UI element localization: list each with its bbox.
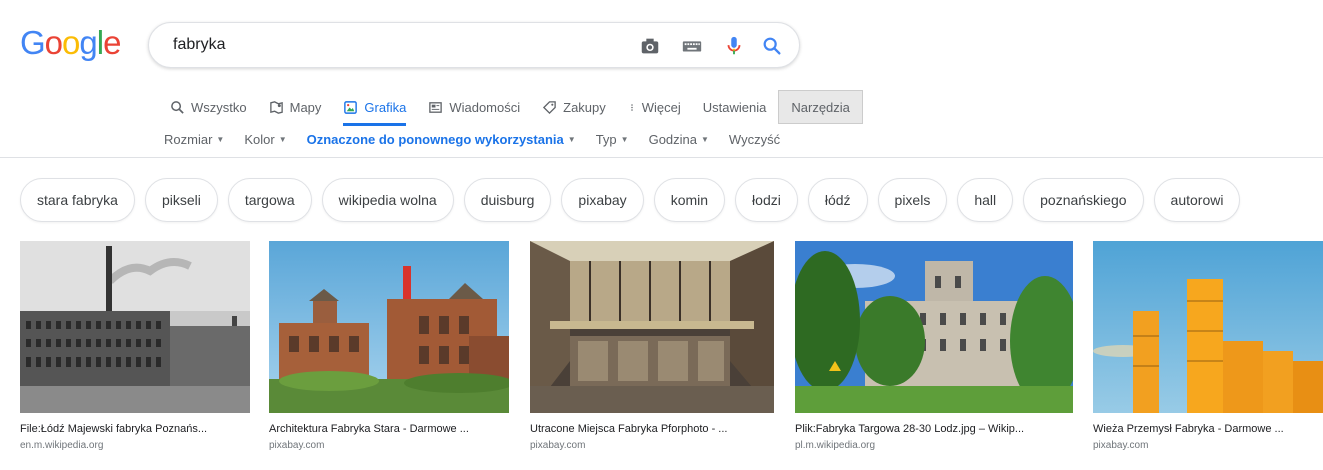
chip[interactable]: stara fabryka (20, 178, 135, 222)
image-result[interactable]: File:Łódź Majewski fabryka Poznańs... en… (20, 241, 250, 451)
chip[interactable]: łódź (807, 178, 868, 222)
logo-letter: g (79, 24, 97, 61)
settings-label: Ustawienia (702, 99, 767, 115)
more-icon (631, 103, 633, 111)
caret-down-icon: ▼ (278, 135, 287, 144)
logo-letter: e (103, 24, 121, 61)
result-source[interactable]: en.m.wikipedia.org (20, 440, 250, 451)
brick-factory-image (269, 241, 509, 413)
top-header: Google fabryka Wszystko Mapy Grafika Wia… (0, 0, 1323, 158)
chip[interactable]: pixels (877, 178, 948, 222)
clear-filters-link[interactable]: Wyczyść (729, 132, 780, 147)
filter-label: Rozmiar (164, 132, 213, 147)
logo-letter: o (44, 24, 63, 61)
result-source[interactable]: pixabay.com (1093, 440, 1323, 451)
image-results: File:Łódź Majewski fabryka Poznańs... en… (0, 241, 1323, 470)
result-title[interactable]: Plik:Fabryka Targowa 28-30 Lodz.jpg – Wi… (795, 423, 1073, 435)
tab-label: Zakupy (563, 99, 606, 115)
chip[interactable]: wikipedia wolna (321, 178, 454, 222)
result-thumbnail[interactable] (269, 241, 509, 413)
chip[interactable]: duisburg (463, 178, 552, 222)
settings-link[interactable]: Ustawienia (703, 90, 767, 124)
caret-down-icon: ▼ (216, 135, 225, 144)
result-source[interactable]: pixabay.com (530, 440, 774, 451)
caret-down-icon: ▼ (620, 135, 629, 144)
tab-more[interactable]: Więcej (628, 90, 681, 124)
news-icon (429, 101, 443, 113)
caret-down-icon: ▼ (701, 135, 709, 144)
filter-time[interactable]: Godzina ▼ (649, 132, 709, 147)
chip[interactable]: łodzi (735, 178, 798, 222)
result-title[interactable]: Utracone Miejsca Fabryka Pforphoto - ... (530, 423, 774, 435)
filter-usage-rights[interactable]: Oznaczone do ponownego wykorzystania ▼ (307, 132, 576, 147)
result-thumbnail[interactable] (1093, 241, 1323, 413)
image-icon (344, 100, 358, 114)
image-result[interactable]: Architektura Fabryka Stara - Darmowe ...… (269, 241, 509, 451)
silos-image (1093, 241, 1323, 413)
tab-label: Wszystko (191, 99, 247, 115)
result-thumbnail[interactable] (20, 241, 250, 413)
result-thumbnail[interactable] (530, 241, 774, 413)
map-icon (269, 100, 283, 114)
filter-label: Wyczyść (728, 132, 781, 147)
image-result[interactable]: Plik:Fabryka Targowa 28-30 Lodz.jpg – Wi… (795, 241, 1073, 451)
targowa-factory-image (795, 241, 1073, 413)
chip[interactable]: pikseli (144, 178, 218, 222)
tab-label: Mapy (289, 99, 322, 115)
result-title[interactable]: Architektura Fabryka Stara - Darmowe ... (269, 423, 509, 435)
tab-news[interactable]: Wiadomości (428, 90, 520, 124)
google-logo[interactable]: Google (20, 24, 121, 62)
tab-maps[interactable]: Mapy (269, 90, 322, 124)
caret-down-icon: ▼ (567, 135, 576, 144)
logo-letter: o (62, 24, 80, 61)
filter-color[interactable]: Kolor ▼ (244, 132, 286, 147)
chip[interactable]: targowa (227, 178, 312, 222)
camera-icon[interactable] (639, 35, 661, 57)
tools-button[interactable]: Narzędzia (778, 90, 863, 124)
filter-size[interactable]: Rozmiar ▼ (164, 132, 224, 147)
filter-label: Typ (595, 132, 617, 147)
image-result[interactable]: Utracone Miejsca Fabryka Pforphoto - ...… (530, 241, 774, 451)
tab-shopping[interactable]: Zakupy (542, 90, 606, 124)
tab-images[interactable]: Grafika (343, 90, 407, 126)
factory-bw-image (20, 241, 250, 413)
search-input[interactable]: fabryka (173, 36, 225, 54)
result-source[interactable]: pixabay.com (269, 440, 509, 451)
tab-label: Wiadomości (449, 99, 521, 115)
result-title[interactable]: Wieża Przemysł Fabryka - Darmowe ... (1093, 423, 1323, 435)
tag-icon (543, 100, 556, 114)
image-filters: Rozmiar ▼ Kolor ▼ Oznaczone do ponownego w… (164, 132, 800, 147)
search-tabs: Wszystko Mapy Grafika Wiadomości Zakupy … (170, 90, 885, 126)
related-search-chips: stara fabryka pikseli targowa wikipedia … (20, 178, 1241, 222)
keyboard-icon[interactable] (681, 35, 703, 57)
search-box[interactable]: fabryka (148, 22, 800, 68)
result-title[interactable]: File:Łódź Majewski fabryka Poznańs... (20, 423, 250, 435)
filter-label: Kolor (244, 132, 275, 147)
result-source[interactable]: pl.m.wikipedia.org (795, 440, 1073, 451)
filter-type[interactable]: Typ ▼ (596, 132, 629, 147)
logo-letter: G (20, 24, 46, 61)
search-icon (171, 100, 184, 114)
chip[interactable]: pixabay (561, 178, 644, 222)
tab-label: Więcej (641, 99, 681, 115)
tab-label: Grafika (364, 99, 407, 115)
tab-all[interactable]: Wszystko (170, 90, 247, 124)
chip[interactable]: komin (653, 178, 726, 222)
microphone-icon[interactable] (723, 35, 745, 57)
abandoned-hall-image (530, 241, 774, 413)
chip[interactable]: autorowi (1153, 178, 1241, 222)
chip[interactable]: hall (957, 178, 1014, 222)
chip[interactable]: poznańskiego (1023, 178, 1144, 222)
image-result[interactable]: Wieża Przemysł Fabryka - Darmowe ... pix… (1093, 241, 1323, 451)
search-icon[interactable] (761, 35, 783, 57)
result-thumbnail[interactable] (795, 241, 1073, 413)
filter-label: Godzina (648, 132, 697, 147)
filter-label: Oznaczone do ponownego wykorzystania (306, 132, 564, 147)
